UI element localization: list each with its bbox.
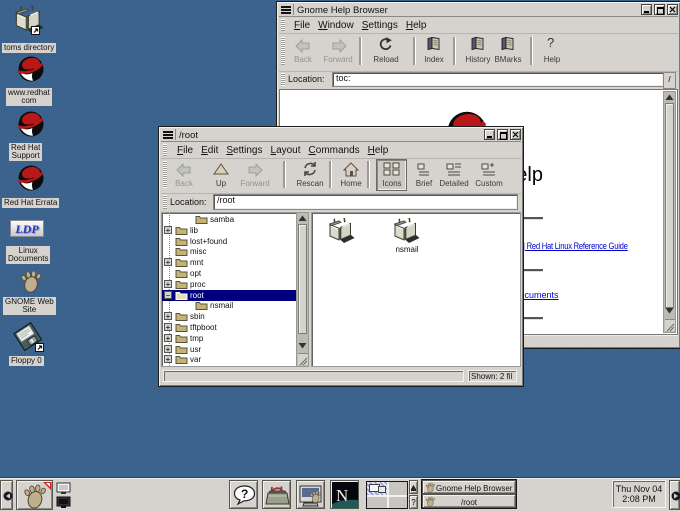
svg-text:N: N bbox=[336, 486, 348, 505]
svg-text:?: ? bbox=[241, 487, 248, 501]
